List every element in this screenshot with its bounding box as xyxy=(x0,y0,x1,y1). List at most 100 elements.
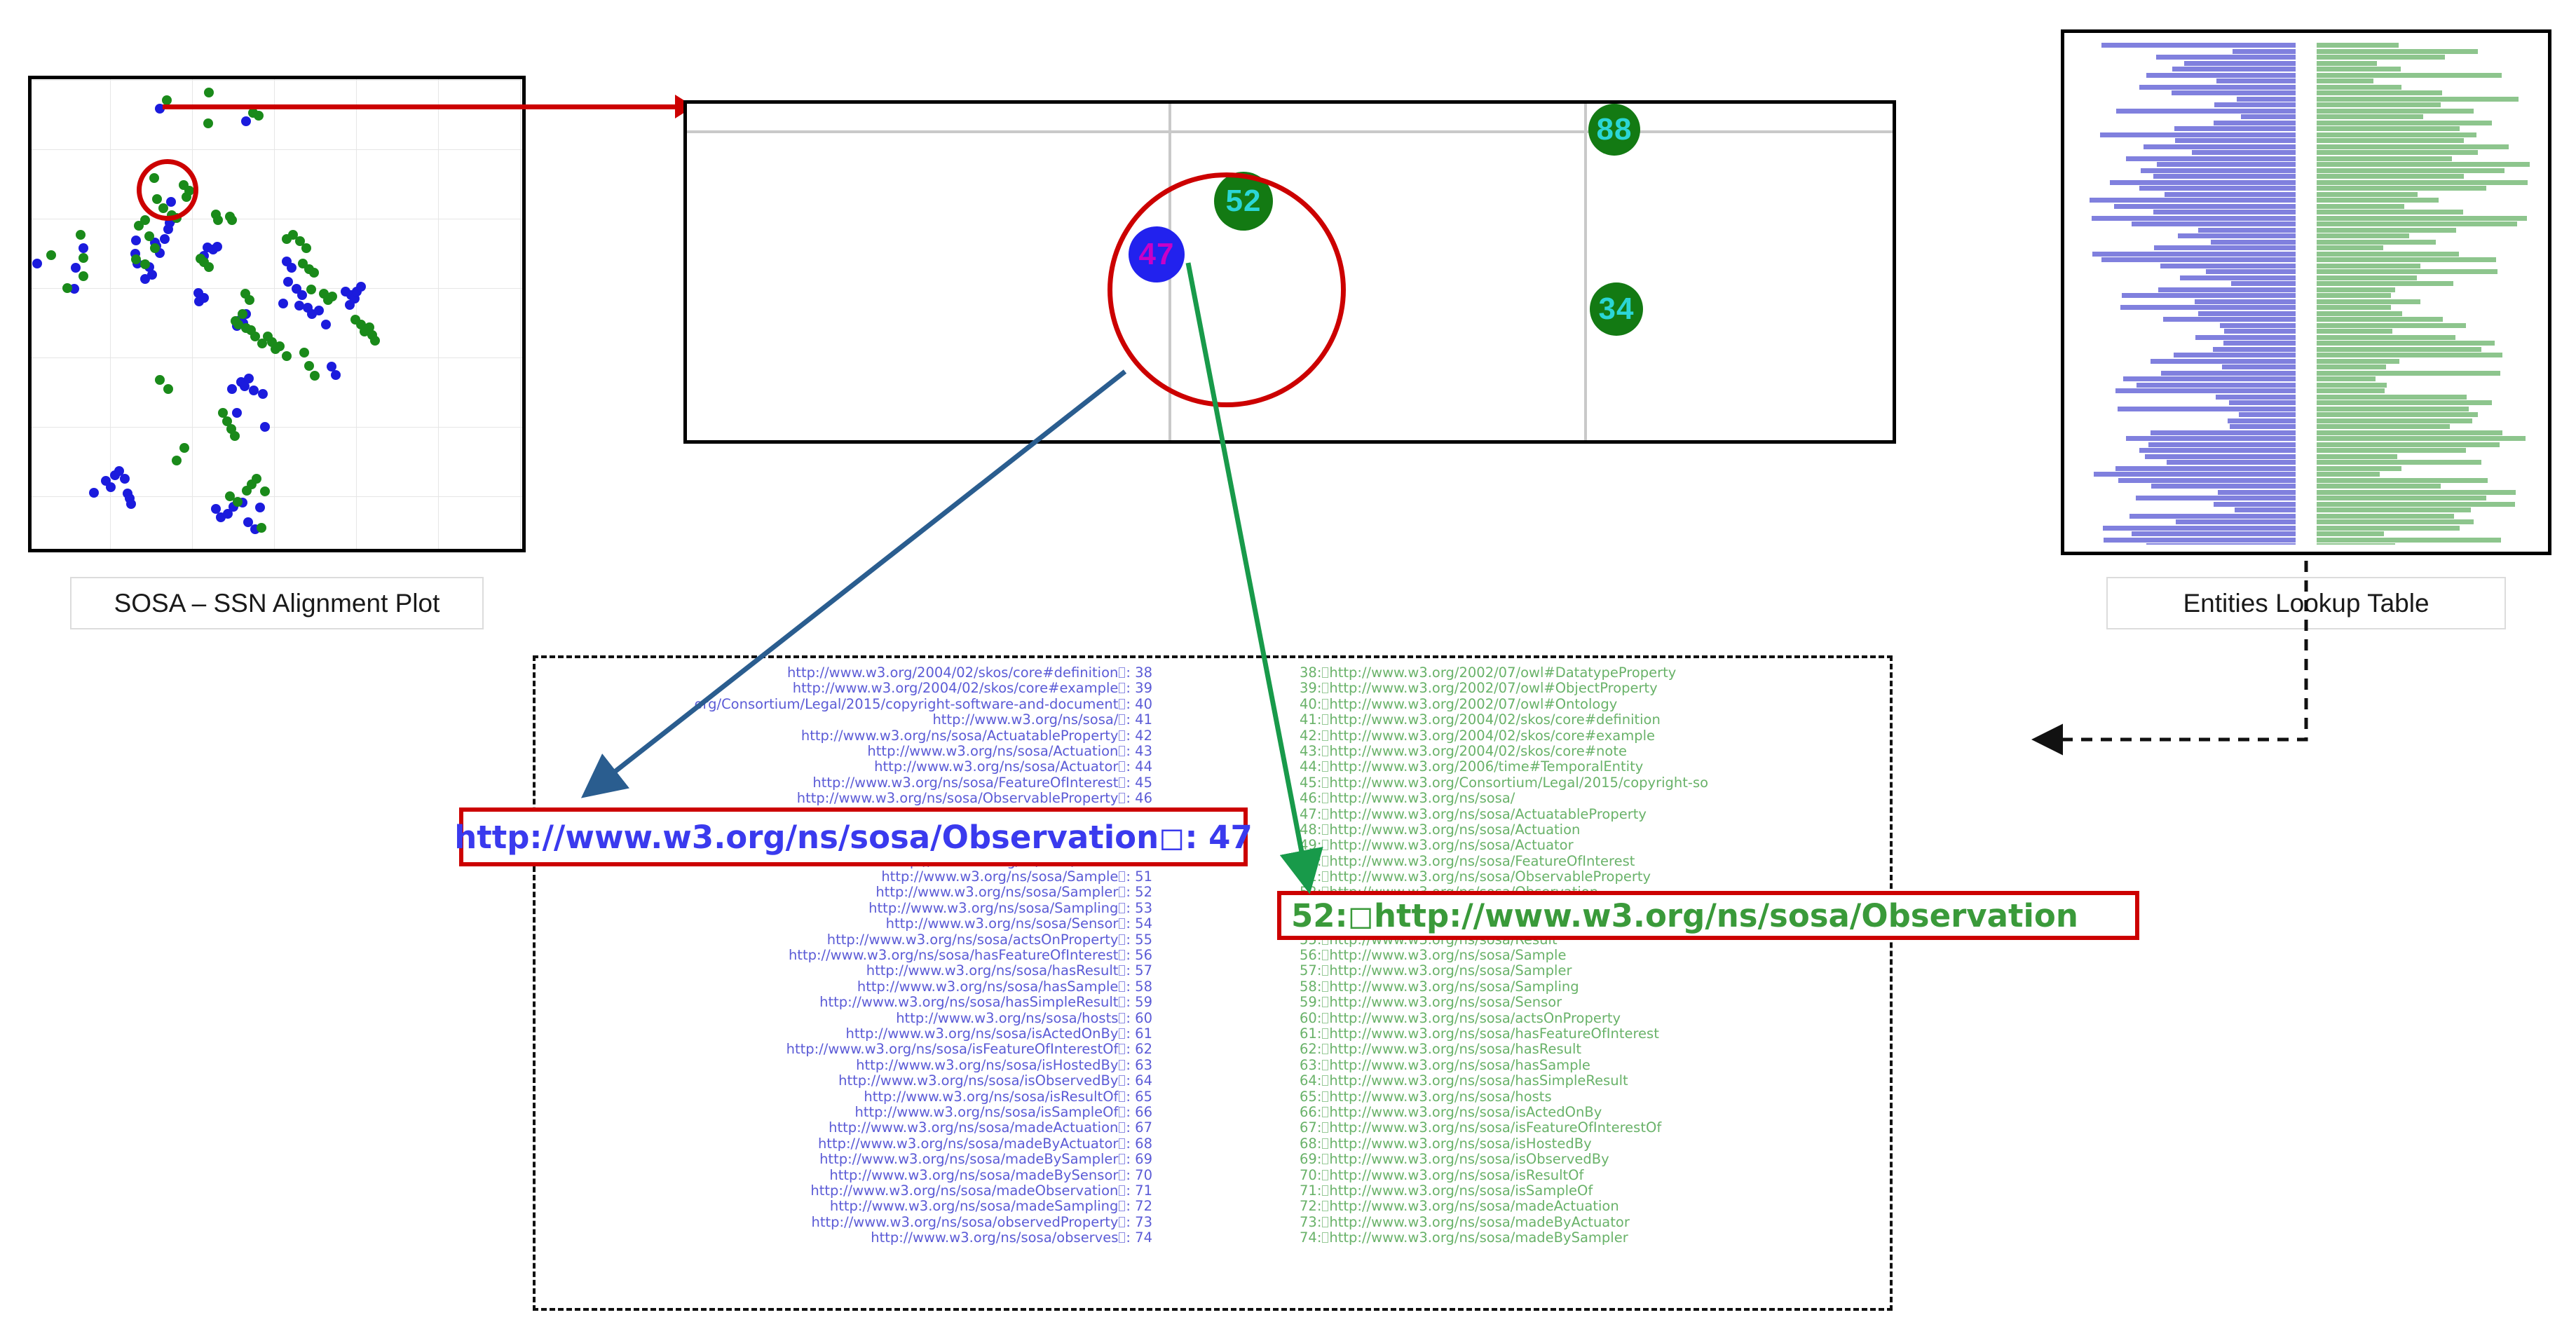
uri-row-right[interactable]: 72: http://www.w3.org/ns/sosa/madeActuati… xyxy=(1300,1199,1888,1214)
uri-row-right[interactable]: 63: http://www.w3.org/ns/sosa/hasSample xyxy=(1300,1058,1888,1073)
thumbnail-text-line xyxy=(2101,43,2296,48)
uri-row-left[interactable]: org/Consortium/Legal/2015/copyright-soft… xyxy=(536,697,1152,712)
uri-row-left[interactable]: http://www.w3.org/ns/sosa/Actuator: 44 xyxy=(536,759,1152,775)
uri-row-left[interactable]: http://www.w3.org/ns/sosa/actsOnProperty… xyxy=(536,932,1152,948)
uri-row-left[interactable]: http://www.w3.org/ns/sosa/Sample: 51 xyxy=(536,869,1152,885)
uri-row-left[interactable]: http://www.w3.org/ns/sosa/observedProper… xyxy=(536,1215,1152,1230)
thumbnail-text-line xyxy=(2317,55,2446,60)
uri-row-right[interactable]: 61: http://www.w3.org/ns/sosa/hasFeatureO… xyxy=(1300,1026,1888,1042)
thumbnail-text-line xyxy=(2317,90,2442,95)
uri-row-left[interactable]: http://www.w3.org/ns/sosa/isSampleOf: 66 xyxy=(536,1105,1152,1120)
zoom-bubble-88[interactable]: 88 xyxy=(1588,104,1640,156)
uri-row-left[interactable]: http://www.w3.org/ns/sosa/Actuation: 43 xyxy=(536,744,1152,759)
uri-row-left[interactable]: http://www.w3.org/ns/sosa/isHostedBy: 63 xyxy=(536,1058,1152,1073)
highlighted-row-green[interactable]: 52:◻http://www.w3.org/ns/sosa/Observatio… xyxy=(1277,891,2139,940)
uri-row-left[interactable]: http://www.w3.org/ns/sosa/isResultOf: 65 xyxy=(536,1089,1152,1105)
thumbnail-text-line xyxy=(2317,531,2384,536)
glyph-box xyxy=(1322,1185,1329,1196)
thumbnail-text-line xyxy=(2317,72,2502,78)
uri-row-right[interactable]: 62: http://www.w3.org/ns/sosa/hasResult xyxy=(1300,1042,1888,1057)
uri-row-left[interactable]: http://www.w3.org/ns/sosa/madeObservatio… xyxy=(536,1183,1152,1199)
uri-row-left[interactable]: http://www.w3.org/ns/sosa/madeByActuator… xyxy=(536,1136,1152,1152)
uri-row-left[interactable]: http://www.w3.org/ns/sosa/isObservedBy: … xyxy=(536,1073,1152,1089)
uri-row-left[interactable]: http://www.w3.org/ns/sosa/hasFeatureOfIn… xyxy=(536,948,1152,963)
thumbnail-text-line xyxy=(2231,281,2296,286)
thumbnail-text-line xyxy=(2317,364,2386,369)
thumbnail-text-line xyxy=(2197,227,2296,233)
uri-row-left[interactable]: http://www.w3.org/ns/sosa/ObservableProp… xyxy=(536,791,1152,806)
uri-row-left[interactable]: http://www.w3.org/ns/sosa/ActuatableProp… xyxy=(536,728,1152,744)
thumbnail-text-line xyxy=(2317,179,2528,185)
uri-row-left[interactable]: http://www.w3.org/ns/sosa/madeSampling: … xyxy=(536,1199,1152,1214)
uri-row-right[interactable]: 69: http://www.w3.org/ns/sosa/isObservedB… xyxy=(1300,1152,1888,1167)
thumbnail-text-line xyxy=(2317,341,2495,346)
uri-row-right[interactable]: 44: http://www.w3.org/2006/time#TemporalE… xyxy=(1300,759,1888,775)
uri-row-right[interactable]: 51: http://www.w3.org/ns/sosa/ObservableP… xyxy=(1300,869,1888,885)
thumbnail-text-line xyxy=(2174,126,2296,131)
uri-row-right[interactable]: 48: http://www.w3.org/ns/sosa/Actuation xyxy=(1300,822,1888,838)
uri-row-right[interactable]: 42: http://www.w3.org/2004/02/skos/core#e… xyxy=(1300,728,1888,744)
uri-row-right[interactable]: 49: http://www.w3.org/ns/sosa/Actuator xyxy=(1300,838,1888,853)
thumbnail-text-line xyxy=(2317,269,2498,274)
uri-row-right[interactable]: 47: http://www.w3.org/ns/sosa/ActuatableP… xyxy=(1300,807,1888,822)
uri-row-left[interactable]: http://www.w3.org/ns/sosa/hasSimpleResul… xyxy=(536,995,1152,1010)
zoom-bubble-34[interactable]: 34 xyxy=(1590,282,1643,336)
uri-row-right[interactable]: 68: http://www.w3.org/ns/sosa/isHostedBy xyxy=(1300,1136,1888,1152)
glyph-box xyxy=(1322,1216,1329,1227)
uri-row-left[interactable]: http://www.w3.org/ns/sosa/Sampler: 52 xyxy=(536,885,1152,900)
uri-row-right[interactable]: 41: http://www.w3.org/2004/02/skos/core#d… xyxy=(1300,712,1888,728)
thumbnail-text-line xyxy=(2162,317,2296,322)
uri-row-left[interactable]: http://www.w3.org/ns/sosa/FeatureOfInter… xyxy=(536,775,1152,791)
uri-row-right[interactable]: 65: http://www.w3.org/ns/sosa/hosts xyxy=(1300,1089,1888,1105)
uri-row-left[interactable]: http://www.w3.org/ns/sosa/observes: 74 xyxy=(536,1230,1152,1246)
uri-row-right[interactable]: 50: http://www.w3.org/ns/sosa/FeatureOfIn… xyxy=(1300,854,1888,869)
uri-row-left[interactable]: http://www.w3.org/ns/sosa/hasResult: 57 xyxy=(536,963,1152,979)
thumbnail-text-line xyxy=(2172,67,2296,71)
highlighted-row-blue[interactable]: http://www.w3.org/ns/sosa/Observation◻: … xyxy=(454,807,1253,866)
uri-row-left[interactable]: http://www.w3.org/2004/02/skos/core#defi… xyxy=(536,665,1152,681)
uri-row-right[interactable]: 46: http://www.w3.org/ns/sosa/ xyxy=(1300,791,1888,806)
entities-lookup-thumbnail[interactable] xyxy=(2061,29,2551,555)
uri-row-right[interactable]: 58: http://www.w3.org/ns/sosa/Sampling xyxy=(1300,979,1888,995)
thumbnail-text-line xyxy=(2150,430,2296,435)
uri-row-right[interactable]: 67: http://www.w3.org/ns/sosa/isFeatureOf… xyxy=(1300,1120,1888,1136)
uri-row-left[interactable]: http://www.w3.org/ns/sosa/Sensor: 54 xyxy=(536,916,1152,932)
uri-row-right[interactable]: 56: http://www.w3.org/ns/sosa/Sample xyxy=(1300,948,1888,963)
uri-row-right[interactable]: 39: http://www.w3.org/2002/07/owl#ObjectP… xyxy=(1300,681,1888,696)
uri-row-right[interactable]: 45: http://www.w3.org/Consortium/Legal/20… xyxy=(1300,775,1888,791)
uri-row-left[interactable]: http://www.w3.org/ns/sosa/madeBySensor: … xyxy=(536,1168,1152,1183)
uri-row-left[interactable]: http://www.w3.org/ns/sosa/madeBySampler:… xyxy=(536,1152,1152,1167)
uri-row-right[interactable]: 43: http://www.w3.org/2004/02/skos/core#n… xyxy=(1300,744,1888,759)
uri-row-right[interactable]: 60: http://www.w3.org/ns/sosa/actsOnPrope… xyxy=(1300,1011,1888,1026)
uri-row-right[interactable]: 57: http://www.w3.org/ns/sosa/Sampler xyxy=(1300,963,1888,979)
uri-row-right[interactable]: 74: http://www.w3.org/ns/sosa/madeBySampl… xyxy=(1300,1230,1888,1246)
uri-row-left[interactable]: http://www.w3.org/ns/sosa/isActedOnBy: 6… xyxy=(536,1026,1153,1042)
uri-row-right[interactable]: 40: http://www.w3.org/2002/07/owl#Ontolog… xyxy=(1300,697,1888,712)
uri-row-left[interactable]: http://www.w3.org/ns/sosa/Sampling: 53 xyxy=(536,901,1152,916)
thumbnail-text-line xyxy=(2120,305,2296,310)
uri-row-right[interactable]: 66: http://www.w3.org/ns/sosa/isActedOnBy xyxy=(1300,1105,1888,1120)
sosa-uri-list-left[interactable]: http://www.w3.org/2004/02/skos/core#defi… xyxy=(536,665,1152,1246)
uri-row-left[interactable]: http://www.w3.org/ns/sosa/: 41 xyxy=(536,712,1152,728)
uri-row-right[interactable]: 59: http://www.w3.org/ns/sosa/Sensor xyxy=(1300,995,1888,1010)
uri-row-right[interactable]: 71: http://www.w3.org/ns/sosa/isSampleOf xyxy=(1300,1183,1888,1199)
uri-row-right[interactable]: 38: http://www.w3.org/2002/07/owl#Datatyp… xyxy=(1300,665,1888,681)
uri-row-left[interactable]: http://www.w3.org/2004/02/skos/core#exam… xyxy=(536,681,1152,696)
uri-row-left[interactable]: http://www.w3.org/ns/sosa/hasSample: 58 xyxy=(536,979,1152,995)
uri-row-right[interactable]: 73: http://www.w3.org/ns/sosa/madeByActua… xyxy=(1300,1215,1888,1230)
uri-row-right[interactable]: 70: http://www.w3.org/ns/sosa/isResultOf xyxy=(1300,1168,1888,1183)
uri-row-left[interactable]: http://www.w3.org/ns/sosa/hosts: 60 xyxy=(536,1011,1152,1026)
thumbnail-text-line xyxy=(2195,334,2296,340)
uri-row-right[interactable]: 64: http://www.w3.org/ns/sosa/hasSimpleRe… xyxy=(1300,1073,1888,1089)
uri-row-left[interactable]: http://www.w3.org/ns/sosa/madeActuation:… xyxy=(536,1120,1152,1136)
thumbnail-text-line xyxy=(2103,525,2296,531)
scatter-point xyxy=(88,487,99,498)
glyph-box xyxy=(1322,840,1329,851)
zoom-bubble-label: 88 xyxy=(1596,112,1633,146)
glyph-box xyxy=(1322,667,1329,678)
uri-row-left[interactable]: http://www.w3.org/ns/sosa/isFeatureOfInt… xyxy=(536,1042,1152,1057)
thumbnail-text-line xyxy=(2317,156,2452,161)
thumbnail-text-line xyxy=(2317,203,2404,209)
sosa-uri-list-right[interactable]: 38: http://www.w3.org/2002/07/owl#Datatyp… xyxy=(1300,665,1888,1246)
glyph-box xyxy=(1119,1012,1126,1023)
